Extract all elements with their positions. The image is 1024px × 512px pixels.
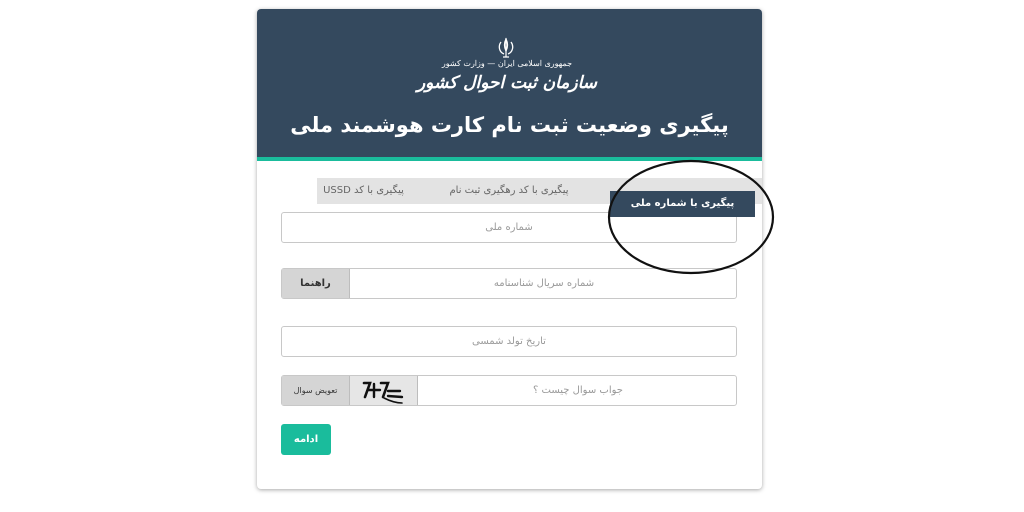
captcha-answer-input[interactable] bbox=[418, 376, 738, 405]
captcha-handwriting bbox=[362, 381, 404, 404]
change-question-button[interactable]: تعویض سوال bbox=[282, 376, 350, 405]
tab-tracking-code[interactable]: پیگیری با کد رهگیری ثبت نام bbox=[410, 178, 608, 204]
page-title: پیگیری وضعیت ثبت نام کارت هوشمند ملی bbox=[290, 113, 729, 137]
org-ministry-line: جمهوری اسلامی ایران — وزارت کشور bbox=[441, 59, 573, 68]
tab-ussd[interactable]: پیگیری با کد USSD bbox=[317, 178, 410, 204]
org-name-logo: سازمان ثبت احوال کشور bbox=[416, 73, 598, 93]
highlight-circle bbox=[607, 159, 775, 275]
captcha-image bbox=[350, 376, 418, 405]
iran-emblem-icon bbox=[498, 37, 514, 58]
captcha-field[interactable]: تعویض سوال bbox=[281, 375, 738, 406]
continue-button[interactable]: ادامه bbox=[281, 424, 331, 455]
birth-date-field[interactable] bbox=[281, 326, 737, 357]
birth-date-input[interactable] bbox=[282, 327, 736, 356]
page-header: جمهوری اسلامی ایران — وزارت کشور سازمان … bbox=[257, 9, 762, 157]
guide-button[interactable]: راهنما bbox=[282, 269, 350, 298]
